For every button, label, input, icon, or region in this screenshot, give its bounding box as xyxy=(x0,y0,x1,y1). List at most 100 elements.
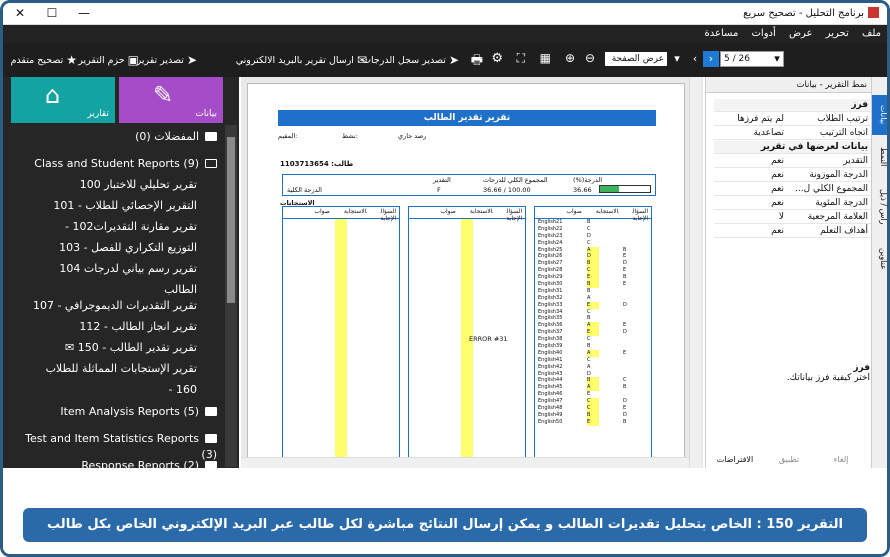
fullscreen-icon[interactable]: ⛶ xyxy=(517,51,525,66)
menu-tools[interactable]: أدوات xyxy=(752,25,776,43)
property-value[interactable]: نعم xyxy=(714,155,784,168)
quick-correct-button[interactable]: ★تصحيح متقدم xyxy=(11,53,77,67)
tree-item[interactable]: تقرير مقارنة التقديرات102 - xyxy=(7,219,223,235)
response-row xyxy=(283,418,399,426)
property-row[interactable]: المجموع الكلي ل... نعم xyxy=(714,183,872,196)
response-row: English48 C E xyxy=(535,405,651,412)
response-cell xyxy=(461,356,473,364)
minimize-button[interactable]: — xyxy=(71,5,97,21)
properties-panel: نمط التقرير - بيانات فرز ترتيب الطلاب لم ي… xyxy=(705,77,872,468)
tree-item-label: التقرير الإحصائي للطلاب - 101 xyxy=(53,199,197,212)
answer-key-cell: E xyxy=(623,405,627,412)
menu-view[interactable]: عرض xyxy=(789,25,813,43)
defaults-button[interactable]: الافتراضات xyxy=(710,453,760,467)
response-row xyxy=(283,398,399,406)
zoom-dropdown-arrow[interactable]: ▾ xyxy=(669,51,685,67)
response-row xyxy=(283,267,399,275)
caption-text: التقرير 150 : الخاص بتحليل تقديرات الطال… xyxy=(23,508,867,542)
tree-item[interactable]: تقرير تحليلي للاختبار 100 xyxy=(7,177,223,193)
tree-item-label: تقرير تقدير الطالب - 150 xyxy=(77,341,197,354)
property-row[interactable]: اتجاه الترتيب تصاعدية xyxy=(714,127,872,140)
property-value[interactable]: نعم xyxy=(714,169,784,182)
question-label: English24 xyxy=(538,239,563,246)
page-dropdown-arrow[interactable]: ▾ xyxy=(769,51,785,67)
tree-item[interactable]: تقرير رسم بياني لدرجات 104 xyxy=(7,261,223,277)
settings-icon[interactable]: ⚙ xyxy=(491,51,503,66)
prev-page-button[interactable]: ‹ xyxy=(687,51,703,67)
document-vscroll[interactable] xyxy=(689,77,701,468)
zoom-out-icon[interactable]: ⊖ xyxy=(585,51,595,65)
tree-item[interactable]: تقرير التقديرات الديموجرافي - 107 xyxy=(7,298,223,314)
response-cell xyxy=(335,418,347,426)
response-row xyxy=(409,281,525,288)
zoom-mode-select[interactable]: عرض الصفحة xyxy=(605,52,667,66)
property-value[interactable]: نعم xyxy=(714,197,784,210)
export-grades-button[interactable]: ➤تصدير سجل الدرجات xyxy=(362,53,459,67)
response-cell xyxy=(461,301,473,309)
response-cell xyxy=(461,281,473,288)
tree-item[interactable]: Class and Student Reports (9) xyxy=(7,156,223,172)
tree-item[interactable]: Item Analysis Reports (5) xyxy=(7,404,223,420)
property-value[interactable]: لا xyxy=(714,211,784,224)
grid-icon[interactable]: ▦ xyxy=(540,51,551,65)
response-cell xyxy=(335,405,347,412)
response-row xyxy=(409,260,525,268)
next-page-button[interactable]: › xyxy=(703,51,719,67)
tree-item[interactable]: تقرير انجاز الطالب - 112 xyxy=(7,319,223,335)
property-value[interactable]: نعم xyxy=(714,225,784,238)
response-row: English35 B xyxy=(535,315,651,322)
export-report-button[interactable]: ➤تصدير تقرير xyxy=(137,53,197,67)
tile-data[interactable]: ✎ بيانات xyxy=(119,77,223,123)
response-row: English41 C xyxy=(535,357,651,364)
property-row[interactable]: الدرجة الموزونة نعم xyxy=(714,169,872,182)
property-row[interactable]: ترتيب الطلاب لم يتم فرزها xyxy=(714,113,872,126)
response-cell xyxy=(335,294,347,302)
tab-titles[interactable]: عناوين xyxy=(872,239,887,279)
response-row: English46 E xyxy=(535,391,651,398)
response-row xyxy=(409,301,525,309)
response-row xyxy=(283,377,399,385)
response-row: English24 C xyxy=(535,240,651,247)
answer-key-cell: E xyxy=(623,349,627,356)
zoom-in-icon[interactable]: ⊕ xyxy=(565,51,575,65)
response-cell xyxy=(335,349,347,357)
tab-data[interactable]: بيانات xyxy=(872,95,887,135)
print-icon[interactable]: 🖶 xyxy=(471,51,483,73)
tab-style[interactable]: النمط xyxy=(872,139,887,175)
summary-box: (%)الدرجة المجموع الكلي للدرجات التقدير … xyxy=(282,174,656,196)
cancel-button[interactable]: إلغاء xyxy=(816,453,866,467)
tab-header-footer[interactable]: رأس / ذيل xyxy=(872,179,887,235)
tree-item[interactable]: التوزيع التكراري للفصل - 103 xyxy=(7,240,223,256)
tile-reports[interactable]: ⌂ تقارير xyxy=(11,77,115,123)
menu-edit[interactable]: تحرير xyxy=(826,25,849,43)
maximize-button[interactable]: ☐ xyxy=(39,5,65,21)
response-row xyxy=(409,363,525,371)
property-value[interactable]: نعم xyxy=(714,183,784,196)
menu-help[interactable]: مساعدة xyxy=(705,25,739,43)
apply-button[interactable]: تطبيق xyxy=(764,453,814,467)
tree-item[interactable]: تقرير الإستجابات المماثلة للطلاب xyxy=(7,361,223,377)
scrollbar-thumb[interactable] xyxy=(227,137,235,303)
report-bundle-button[interactable]: ▣حزم التقرير xyxy=(78,53,139,67)
property-row[interactable]: أهداف التعلم نعم xyxy=(714,225,872,238)
document-hscroll[interactable] xyxy=(241,457,689,468)
property-row[interactable]: العلامة المرجعية لا xyxy=(714,211,872,224)
menu-file[interactable]: ملف xyxy=(862,25,881,43)
tree-item[interactable]: تقرير تقدير الطالب - 150 ✉ xyxy=(7,340,223,356)
tree-item[interactable]: المفضلات (0) xyxy=(7,129,223,145)
property-value[interactable]: لم يتم فرزها xyxy=(714,113,784,126)
property-row[interactable]: التقدير نعم xyxy=(714,155,872,168)
property-row[interactable]: الدرجة المئوية نعم xyxy=(714,197,872,210)
property-value[interactable]: تصاعدية xyxy=(714,127,784,140)
sidebar-scrollbar[interactable] xyxy=(225,125,237,467)
tree-item: 160 - xyxy=(7,382,223,398)
email-report-button[interactable]: ✉ارسال تقرير بالبريد الالكتروني xyxy=(236,53,367,67)
response-row: English28 C E xyxy=(535,267,651,275)
response-cell xyxy=(335,225,347,233)
response-cell xyxy=(461,377,473,385)
close-button[interactable]: ✕ xyxy=(7,5,33,21)
question-label: English38 xyxy=(538,336,563,343)
response-cell: A xyxy=(587,294,591,301)
property-key: الدرجة المئوية xyxy=(815,198,868,208)
tree-item[interactable]: التقرير الإحصائي للطلاب - 101 xyxy=(7,198,223,214)
